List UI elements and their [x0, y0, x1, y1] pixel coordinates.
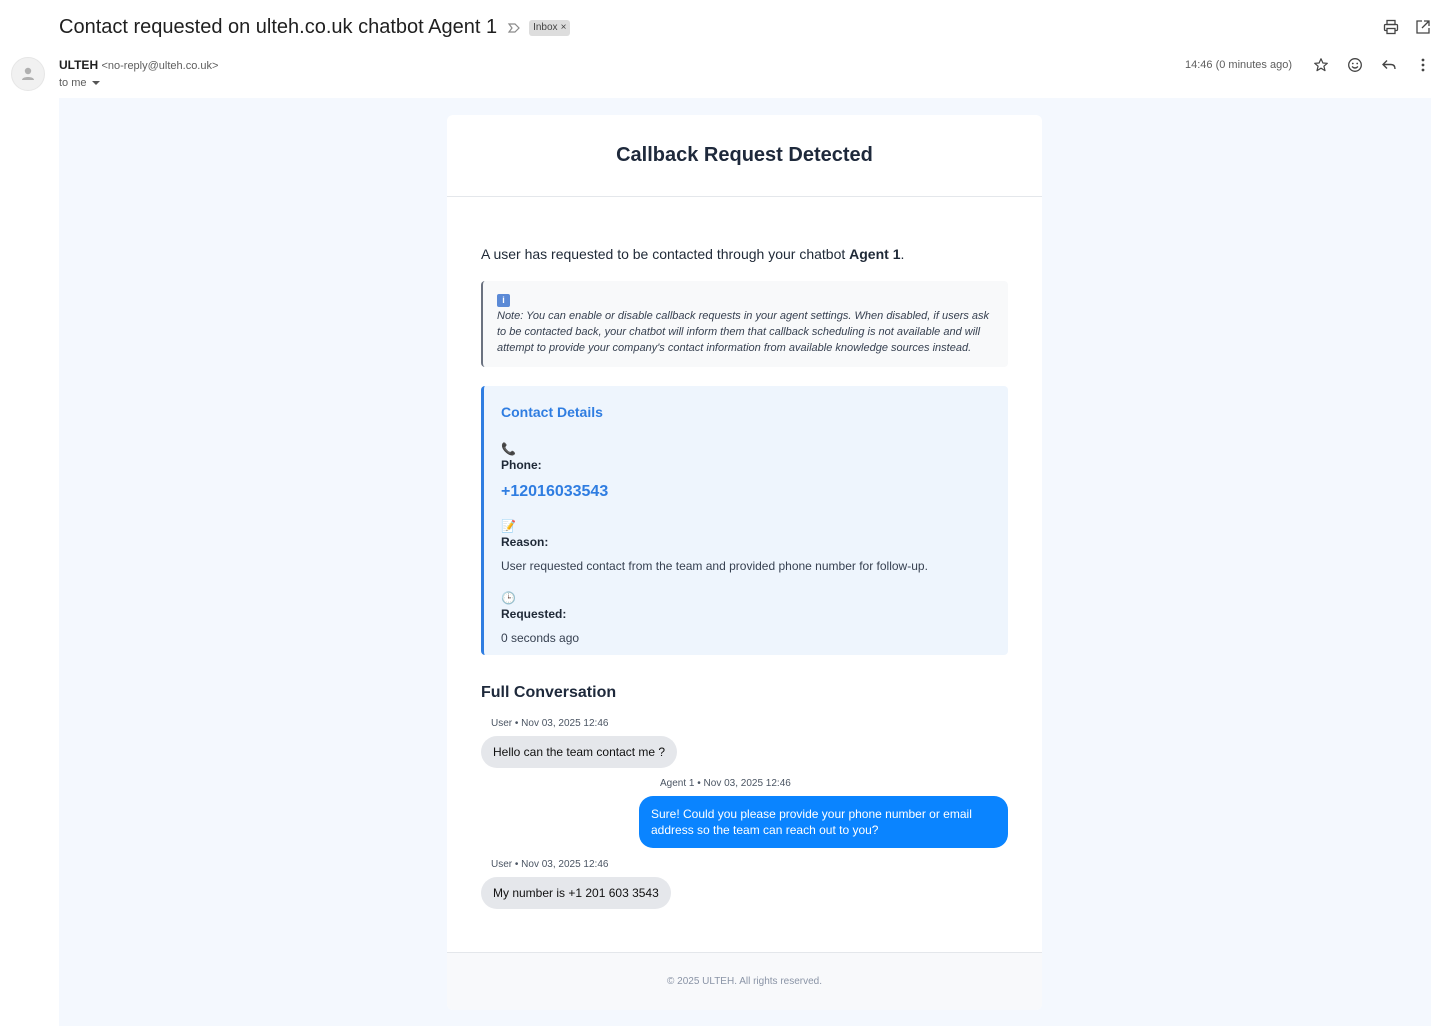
email-header: Contact requested on ulteh.co.uk chatbot…: [0, 0, 1442, 98]
avatar[interactable]: [11, 57, 45, 91]
card-content: A user has requested to be contacted thr…: [447, 246, 1042, 909]
user-message-bubble: My number is +1 201 603 3543: [481, 877, 671, 909]
clock-icon: 🕒: [501, 591, 516, 605]
intro-suffix: .: [900, 246, 905, 262]
phone-link[interactable]: +12016033543: [501, 483, 990, 501]
printer-icon[interactable]: [1382, 18, 1400, 36]
requested-value: 0 seconds ago: [501, 631, 580, 645]
card-title: Callback Request Detected: [447, 115, 1042, 197]
sender-email: <no-reply@ulteh.co.uk>: [101, 60, 219, 72]
requested-label: Requested:: [501, 607, 567, 621]
note-text: Note: You can enable or disable callback…: [497, 310, 990, 354]
message-meta: User • Nov 03, 2025 12:46: [491, 718, 609, 729]
phone-icon: 📞: [501, 442, 516, 456]
list-item: User • Nov 03, 2025 12:46 Hello can the …: [481, 718, 1008, 768]
top-actions: [1382, 18, 1432, 36]
chevron-down-icon: [91, 81, 100, 85]
emoji-icon[interactable]: [1346, 56, 1364, 74]
reply-icon[interactable]: [1380, 56, 1398, 74]
remove-label-button[interactable]: ×: [561, 22, 567, 33]
phone-label: Phone:: [501, 458, 542, 472]
contact-details-heading: Contact Details: [501, 404, 603, 420]
inbox-label-chip: Inbox ×: [529, 19, 571, 36]
sender-name[interactable]: ULTEH: [59, 58, 98, 72]
memo-icon: 📝: [501, 519, 516, 533]
intro-agent-name: Agent 1: [849, 246, 901, 262]
conversation-title: Full Conversation: [481, 684, 617, 701]
card-footer: © 2025 ULTEH. All rights reserved.: [447, 952, 1042, 1010]
message-meta: User • Nov 03, 2025 12:46: [491, 859, 609, 870]
reason-value: User requested contact from the team and…: [501, 559, 928, 573]
agent-message-bubble: Sure! Could you please provide your phon…: [639, 796, 1008, 848]
open-in-new-icon[interactable]: [1414, 18, 1432, 36]
subject-text: Contact requested on ulteh.co.uk chatbot…: [59, 16, 498, 38]
message-actions: 14:46 (0 minutes ago): [1185, 56, 1432, 74]
reason-label: Reason:: [501, 535, 549, 549]
star-icon[interactable]: [1312, 56, 1330, 74]
email-body: Callback Request Detected A user has req…: [59, 98, 1431, 1026]
list-item: User • Nov 03, 2025 12:46 My number is +…: [481, 859, 1008, 909]
notification-card: Callback Request Detected A user has req…: [447, 115, 1042, 1010]
intro-text: A user has requested to be contacted thr…: [481, 246, 1008, 262]
contact-details-panel: Contact Details 📞 Phone: +12016033543 📝 …: [481, 386, 1008, 655]
person-icon: [22, 67, 34, 80]
more-vert-icon[interactable]: [1414, 56, 1432, 74]
sender-info: ULTEH <no-reply@ulteh.co.uk>: [59, 58, 218, 72]
message-meta: Agent 1 • Nov 03, 2025 12:46: [660, 778, 791, 789]
list-item: Agent 1 • Nov 03, 2025 12:46 Sure! Could…: [481, 778, 1008, 848]
message-time: 14:46 (0 minutes ago): [1184, 59, 1292, 71]
email-subject: Contact requested on ulteh.co.uk chatbot…: [59, 16, 571, 39]
info-icon: i: [497, 294, 510, 307]
settings-note: i Note: You can enable or disable callba…: [481, 281, 1008, 367]
recipient-dropdown[interactable]: to me: [59, 77, 100, 89]
intro-prefix: A user has requested to be contacted thr…: [481, 246, 850, 262]
recipient-text: to me: [59, 77, 87, 89]
label-text: Inbox: [533, 21, 558, 33]
importance-marker-icon[interactable]: [507, 21, 521, 35]
user-message-bubble: Hello can the team contact me ?: [481, 736, 678, 768]
